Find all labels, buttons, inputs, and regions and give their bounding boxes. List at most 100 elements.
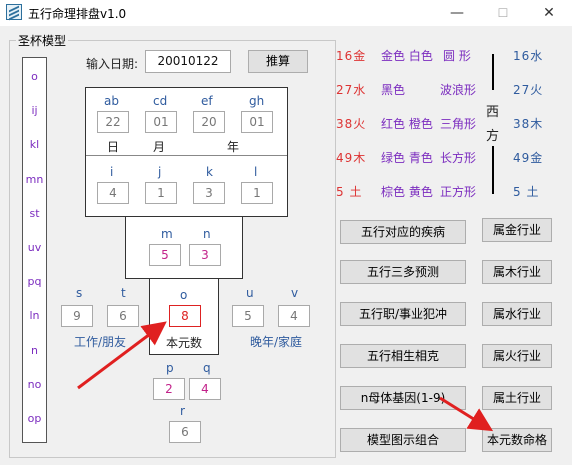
value-n[interactable]: 3: [189, 244, 221, 266]
value-r[interactable]: 6: [169, 421, 201, 443]
value-p[interactable]: 2: [153, 378, 185, 400]
legend-colors-wood: 绿色 青色: [381, 151, 433, 165]
header-ab: ab: [104, 94, 119, 108]
list-item[interactable]: st: [23, 207, 46, 220]
legend-colors-metal: 金色 白色: [381, 49, 433, 63]
calculate-button[interactable]: 推算: [248, 50, 308, 73]
base-number-fate-button[interactable]: 本元数命格: [482, 428, 552, 452]
label-r: r: [180, 404, 185, 418]
legend-num-earth: 5 土: [336, 185, 363, 199]
legend-divider-top: [492, 54, 494, 90]
unit-year: 年: [227, 140, 240, 154]
legend-right-fire: 27火: [513, 83, 544, 97]
legend-right-metal: 49金: [513, 151, 544, 165]
prediction-button[interactable]: 五行三多预测: [340, 260, 466, 284]
minimize-button[interactable]: —: [434, 0, 480, 26]
unit-month: 月: [153, 140, 166, 154]
title-bar: 五行命理排盘v1.0 — ☐ ✕: [0, 0, 572, 26]
mn-box: [125, 216, 243, 279]
generation-restraint-button[interactable]: 五行相生相克: [340, 344, 466, 368]
value-ab[interactable]: 22: [97, 111, 129, 133]
label-m: m: [161, 227, 173, 241]
legend-right-wood: 38木: [513, 117, 544, 131]
caption-work-friends: 工作/朋友: [74, 335, 127, 349]
list-item[interactable]: ij: [23, 104, 46, 117]
maximize-button[interactable]: ☐: [480, 0, 526, 26]
grid-divider: [86, 155, 287, 156]
fire-industry-button[interactable]: 属火行业: [482, 344, 552, 368]
label-v: v: [291, 286, 299, 300]
list-item[interactable]: pq: [23, 275, 46, 288]
header-i: i: [110, 165, 114, 179]
label-o: o: [180, 288, 188, 302]
list-item[interactable]: n: [23, 344, 46, 357]
caption-late-years-family: 晚年/家庭: [250, 335, 303, 349]
value-j[interactable]: 1: [145, 182, 177, 204]
date-label: 输入日期:: [86, 57, 139, 71]
legend-num-metal: 16金: [336, 49, 367, 63]
close-button[interactable]: ✕: [526, 0, 572, 26]
legend-colors-water: 黑色: [381, 83, 406, 97]
label-t: t: [121, 286, 126, 300]
value-t[interactable]: 6: [107, 305, 139, 327]
header-ef: ef: [201, 94, 213, 108]
value-gh[interactable]: 01: [241, 111, 273, 133]
header-gh: gh: [249, 94, 265, 108]
app-icon: [6, 4, 22, 21]
list-item[interactable]: ln: [23, 309, 46, 322]
window-title: 五行命理排盘v1.0: [28, 7, 127, 21]
value-s[interactable]: 9: [61, 305, 93, 327]
value-cd[interactable]: 01: [145, 111, 177, 133]
metal-industry-button[interactable]: 属金行业: [482, 218, 552, 242]
value-m[interactable]: 5: [149, 244, 181, 266]
unit-day: 日: [107, 140, 120, 154]
value-o[interactable]: 8: [169, 305, 201, 327]
disease-button[interactable]: 五行对应的疾病: [340, 220, 466, 244]
label-p: p: [166, 361, 174, 375]
west-label-2: 方: [486, 129, 500, 144]
value-v[interactable]: 4: [278, 305, 310, 327]
legend-shape-metal: 圆 形: [443, 49, 471, 63]
career-conflict-button[interactable]: 五行职/事业犯冲: [340, 302, 466, 326]
value-i[interactable]: 4: [97, 182, 129, 204]
legend-colors-fire: 红色 橙色: [381, 117, 433, 131]
legend-shape-water: 波浪形: [440, 83, 477, 97]
wood-industry-button[interactable]: 属木行业: [482, 260, 552, 284]
vertical-list: o ij kl mn st uv pq ln n no op: [22, 57, 47, 443]
legend-colors-earth: 棕色 黄色: [381, 185, 433, 199]
west-label-1: 西: [486, 105, 500, 120]
list-item[interactable]: mn: [23, 173, 46, 186]
gene-button[interactable]: n母体基因(1-9): [340, 386, 466, 410]
value-q[interactable]: 4: [189, 378, 221, 400]
header-k: k: [206, 165, 213, 179]
value-k[interactable]: 3: [193, 182, 225, 204]
value-u[interactable]: 5: [232, 305, 264, 327]
caption-base-number: 本元数: [166, 336, 203, 350]
water-industry-button[interactable]: 属水行业: [482, 302, 552, 326]
legend-right-earth: 5 土: [513, 185, 540, 199]
legend-num-fire: 38火: [336, 117, 367, 131]
legend-num-water: 27水: [336, 83, 367, 97]
list-item[interactable]: uv: [23, 241, 46, 254]
legend-divider-bottom: [492, 146, 494, 194]
list-item[interactable]: o: [23, 70, 46, 83]
header-j: j: [158, 165, 162, 179]
header-l: l: [254, 165, 258, 179]
list-item[interactable]: op: [23, 412, 46, 425]
header-cd: cd: [153, 94, 168, 108]
earth-industry-button[interactable]: 属土行业: [482, 386, 552, 410]
value-ef[interactable]: 20: [193, 111, 225, 133]
legend-shape-fire: 三角形: [440, 117, 477, 131]
label-q: q: [203, 361, 211, 375]
list-item[interactable]: kl: [23, 138, 46, 151]
legend-shape-earth: 正方形: [440, 185, 477, 199]
value-l[interactable]: 1: [241, 182, 273, 204]
legend-right-water: 16水: [513, 49, 544, 63]
legend-shape-wood: 长方形: [440, 151, 477, 165]
list-item[interactable]: no: [23, 378, 46, 391]
model-diagram-button[interactable]: 模型图示组合: [340, 428, 466, 452]
group-title: 圣杯模型: [16, 32, 69, 49]
legend-num-wood: 49木: [336, 151, 367, 165]
label-s: s: [76, 286, 83, 300]
date-input[interactable]: 20010122: [145, 50, 231, 73]
